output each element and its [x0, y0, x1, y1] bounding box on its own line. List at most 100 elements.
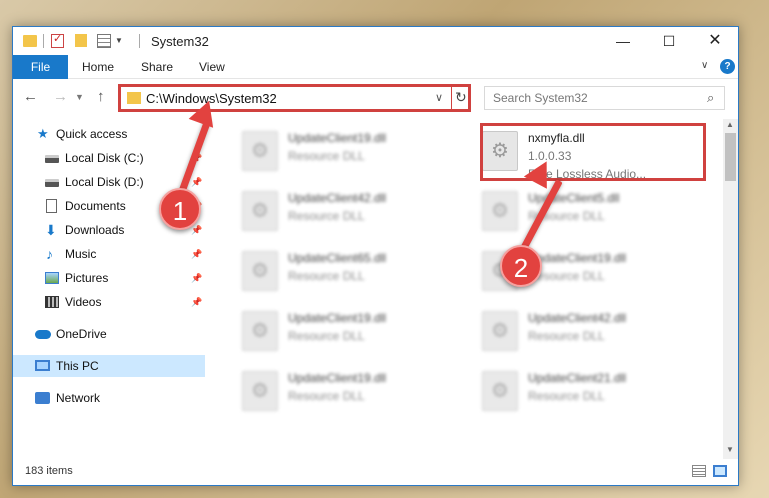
- file-type: Resource DLL: [288, 389, 365, 403]
- vertical-scrollbar[interactable]: ▲ ▼: [723, 119, 738, 459]
- dll-file-icon: [482, 371, 518, 411]
- file-type: Resource DLL: [528, 389, 605, 403]
- pin-icon[interactable]: 📌: [191, 171, 202, 193]
- sidebar-item-quick-access[interactable]: ★ Quick access: [13, 123, 205, 145]
- file-name: UpdateClient42.dll: [288, 191, 387, 205]
- sidebar-item-label: This PC: [56, 359, 99, 373]
- file-name: UpdateClient19.dll: [288, 371, 387, 385]
- dll-file-icon: [242, 131, 278, 171]
- file-item[interactable]: UpdateClient65.dll Resource DLL: [228, 245, 448, 301]
- sidebar-item-local-disk-c[interactable]: Local Disk (C:) 📌: [13, 147, 205, 169]
- chevron-down-icon[interactable]: ▼: [115, 36, 123, 45]
- folder-icon: [127, 92, 141, 104]
- navigation-bar: ← → ▼ ↑ C:\Windows\System32 ∨ ↻ ⌕: [13, 80, 738, 116]
- file-type: Resource DLL: [288, 329, 365, 343]
- tab-home[interactable]: Home: [82, 55, 114, 79]
- folder-icon: [23, 35, 37, 47]
- minimize-button[interactable]: —: [600, 27, 646, 55]
- pin-icon[interactable]: 📌: [191, 291, 202, 313]
- sidebar-item-network[interactable]: Network: [13, 387, 205, 409]
- sidebar-item-videos[interactable]: Videos 📌: [13, 291, 205, 313]
- properties-check-icon[interactable]: [51, 32, 64, 48]
- up-arrow-icon[interactable]: ↑: [97, 88, 105, 105]
- details-view-icon[interactable]: [692, 465, 706, 477]
- customize-toolbar-icon[interactable]: [97, 34, 111, 48]
- star-icon: ★: [37, 126, 49, 141]
- recent-locations-icon[interactable]: ▼: [75, 92, 84, 102]
- expand-ribbon-icon[interactable]: ∨: [701, 60, 708, 71]
- callout-badge-1: 1: [159, 188, 201, 230]
- videos-icon: [45, 296, 59, 308]
- sidebar-item-label: Network: [56, 391, 101, 405]
- scrollbar-thumb[interactable]: [725, 133, 736, 181]
- ribbon-tabs: File Home Share View ∨ ?: [13, 55, 738, 79]
- file-name: UpdateClient42.dll: [528, 311, 627, 325]
- toolbar-separator: [43, 34, 44, 48]
- sidebar-item-this-pc[interactable]: This PC: [13, 355, 205, 377]
- file-item[interactable]: UpdateClient19.dll Resource DLL: [228, 365, 448, 421]
- disk-icon: [45, 155, 59, 163]
- scroll-up-icon[interactable]: ▲: [726, 120, 734, 129]
- forward-arrow-icon[interactable]: →: [53, 88, 68, 105]
- file-item[interactable]: UpdateClient5.dll Resource DLL: [468, 185, 688, 241]
- file-list: UpdateClient19.dll Resource DLL UpdateCl…: [218, 119, 723, 459]
- status-bar: 183 items: [13, 459, 738, 485]
- file-item[interactable]: UpdateClient19.dll Resource DLL: [228, 125, 448, 181]
- onedrive-icon: [35, 330, 51, 339]
- sidebar-item-label: Documents: [65, 199, 126, 213]
- dll-file-icon: [242, 311, 278, 351]
- help-icon[interactable]: ?: [720, 59, 735, 74]
- chevron-down-icon[interactable]: ∨: [435, 91, 443, 104]
- scroll-down-icon[interactable]: ▼: [726, 445, 734, 454]
- maximize-button[interactable]: ☐: [646, 27, 692, 55]
- downloads-icon: ⬇: [45, 222, 57, 238]
- toolbar-separator: [139, 34, 140, 48]
- tab-file[interactable]: File: [13, 55, 68, 79]
- back-arrow-icon[interactable]: ←: [23, 88, 38, 105]
- sidebar-item-onedrive[interactable]: OneDrive: [13, 323, 205, 345]
- explorer-window: ▼ System32 — ☐ ✕ File Home Share View ∨ …: [12, 26, 739, 486]
- file-name: UpdateClient21.dll: [528, 371, 627, 385]
- window-title: System32: [151, 34, 209, 49]
- search-icon[interactable]: ⌕: [707, 90, 714, 106]
- title-bar: ▼ System32 — ☐ ✕: [13, 27, 738, 55]
- dll-file-icon: [242, 191, 278, 231]
- sidebar-item-label: Downloads: [65, 223, 125, 237]
- file-name: UpdateClient5.dll: [528, 191, 620, 205]
- sidebar-item-label: Pictures: [65, 271, 109, 285]
- file-name: UpdateClient19.dll: [288, 311, 387, 325]
- file-item[interactable]: UpdateClient21.dll Resource DLL: [468, 365, 688, 421]
- file-item[interactable]: UpdateClient42.dll Resource DLL: [228, 185, 448, 241]
- file-type: Resource DLL: [288, 269, 365, 283]
- file-name: UpdateClient19.dll: [528, 251, 627, 265]
- file-type: Resource DLL: [288, 209, 365, 223]
- file-item[interactable]: UpdateClient19.dll Resource DLL: [228, 305, 448, 361]
- search-box[interactable]: ⌕: [484, 86, 725, 110]
- search-input[interactable]: [493, 91, 693, 105]
- navigation-pane: ★ Quick access Local Disk (C:) 📌 Local D…: [13, 119, 205, 459]
- address-bar[interactable]: C:\Windows\System32 ∨ ↻: [118, 84, 471, 112]
- file-highlight-box: [480, 123, 706, 181]
- dll-file-icon: [482, 311, 518, 351]
- pictures-icon: [45, 272, 59, 284]
- file-item[interactable]: UpdateClient42.dll Resource DLL: [468, 305, 688, 361]
- tab-view[interactable]: View: [199, 55, 225, 79]
- sidebar-item-pictures[interactable]: Pictures 📌: [13, 267, 205, 289]
- refresh-icon[interactable]: ↻: [455, 89, 467, 106]
- close-button[interactable]: ✕: [692, 27, 738, 55]
- dll-file-icon: [482, 191, 518, 231]
- pin-icon[interactable]: 📌: [191, 267, 202, 289]
- sidebar-item-label: Quick access: [56, 127, 128, 141]
- new-folder-icon[interactable]: [75, 34, 87, 47]
- tab-share[interactable]: Share: [141, 55, 173, 79]
- file-name: UpdateClient65.dll: [288, 251, 387, 265]
- large-icons-view-icon[interactable]: [713, 465, 727, 477]
- item-count: 183 items: [25, 465, 73, 477]
- pin-icon[interactable]: 📌: [191, 243, 202, 265]
- callout-badge-2: 2: [500, 245, 542, 287]
- documents-icon: [46, 199, 57, 213]
- address-separator: [451, 87, 452, 109]
- sidebar-item-music[interactable]: ♪ Music 📌: [13, 243, 205, 265]
- sidebar-item-label: Local Disk (D:): [65, 175, 144, 189]
- disk-icon: [45, 179, 59, 187]
